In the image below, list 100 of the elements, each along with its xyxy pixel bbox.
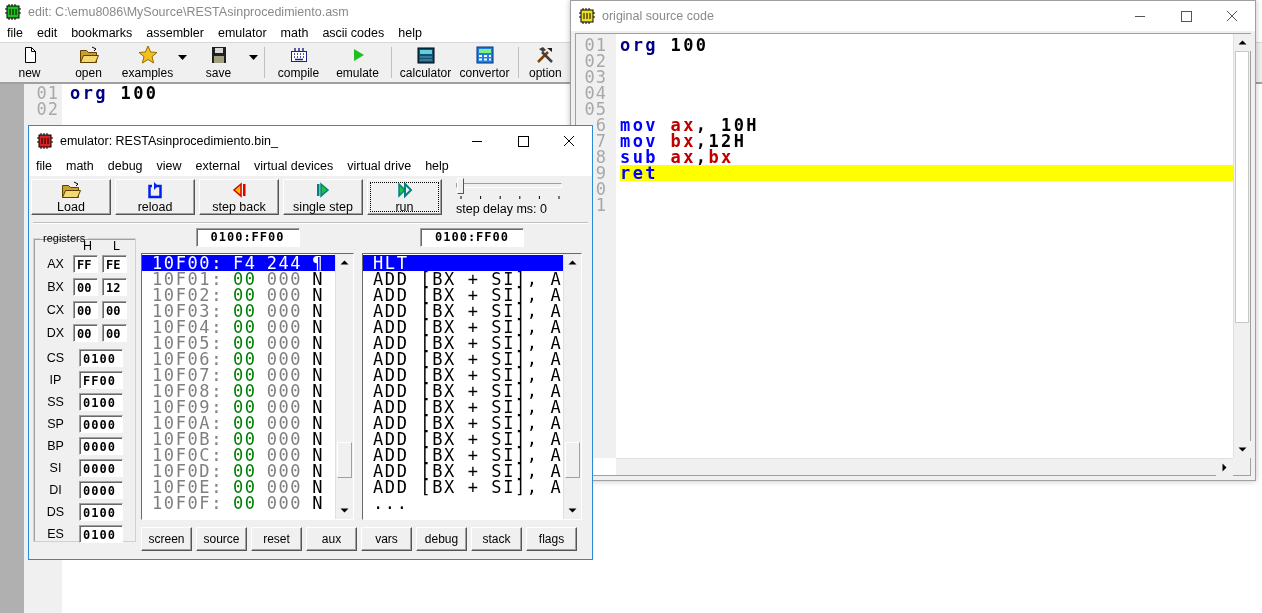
menu-item[interactable]: bookmarks (64, 26, 140, 40)
panel-button[interactable]: flags (526, 527, 577, 551)
line-number: 02 (583, 53, 608, 69)
memory-row[interactable]: 10F02: 00 000 N (142, 287, 335, 303)
toolbar-button[interactable]: reload (115, 179, 195, 215)
memory-row[interactable]: 10F0B: 00 000 N (142, 431, 335, 447)
register-field[interactable]: 00 (102, 300, 127, 319)
memory-row[interactable]: 10F05: 00 000 N (142, 335, 335, 351)
panel-button[interactable]: debug (416, 527, 467, 551)
memory-row[interactable]: 10F03: 00 000 N (142, 303, 335, 319)
instruction-row[interactable]: ADD [BX + SI], A (363, 463, 563, 479)
menu-item[interactable]: help (391, 26, 429, 40)
register-field[interactable]: 0100 (79, 525, 123, 543)
toolbar-button[interactable]: run (367, 179, 442, 215)
toolbar-button[interactable]: save (189, 43, 260, 82)
line-number: 01 (35, 85, 60, 101)
memory-row[interactable]: 10F0F: 00 000 N (142, 495, 335, 511)
memory-row[interactable]: 10F0A: 00 000 N (142, 415, 335, 431)
memory-row[interactable]: 10F00: F4 244 ¶ (142, 255, 335, 271)
register-field[interactable]: 0000 (79, 415, 123, 433)
reload-icon (145, 180, 165, 200)
toolbar-button[interactable]: single step (283, 179, 363, 215)
register-field[interactable]: 00 (73, 323, 98, 342)
register-field[interactable]: 0000 (79, 481, 123, 499)
menu-item[interactable]: math (59, 159, 101, 173)
instruction-row[interactable]: ADD [BX + SI], A (363, 367, 563, 383)
menu-item[interactable]: ascii codes (315, 26, 392, 40)
toolbar-button[interactable]: emulate (328, 43, 387, 82)
instruction-row[interactable]: ADD [BX + SI], A (363, 447, 563, 463)
register-field[interactable]: FF00 (79, 371, 123, 389)
register-field[interactable]: 00 (102, 323, 127, 342)
address-field[interactable]: 0100:FF00 (195, 228, 300, 247)
menu-item[interactable]: external (188, 159, 248, 173)
memory-row[interactable]: 10F09: 00 000 N (142, 399, 335, 415)
toolbar-button[interactable]: step back (199, 179, 279, 215)
scrollbar[interactable] (616, 458, 1233, 475)
register-field[interactable]: 0100 (79, 503, 123, 521)
memory-row[interactable]: 10F07: 00 000 N (142, 367, 335, 383)
menu-item[interactable]: edit (30, 26, 65, 40)
panel-button[interactable]: source (196, 527, 247, 551)
register-field[interactable]: 00 (73, 277, 98, 296)
register-field[interactable]: FE (102, 254, 127, 273)
toolbar-button[interactable]: convertor (455, 43, 514, 82)
scrollbar[interactable] (1233, 34, 1250, 458)
instruction-row[interactable]: ADD [BX + SI], A (363, 351, 563, 367)
panel-button[interactable]: vars (361, 527, 412, 551)
menu-item[interactable]: assembler (139, 26, 211, 40)
register-field[interactable]: 0000 (79, 437, 123, 455)
toolbar-button[interactable]: open (59, 43, 118, 82)
instruction-row[interactable]: ADD [BX + SI], A (363, 415, 563, 431)
instruction-row[interactable]: ADD [BX + SI], A (363, 271, 563, 287)
menu-item[interactable]: emulator (210, 26, 274, 40)
instruction-row[interactable]: ADD [BX + SI], A (363, 319, 563, 335)
instruction-row[interactable]: ADD [BX + SI], A (363, 303, 563, 319)
scrollbar-thumb[interactable] (1235, 51, 1249, 323)
menu-item[interactable]: file (29, 159, 59, 173)
toolbar-button[interactable]: calculator (396, 43, 455, 82)
panel-button[interactable]: screen (141, 527, 192, 551)
memory-row[interactable]: 10F0D: 00 000 N (142, 463, 335, 479)
toolbar-button[interactable]: compile (269, 43, 328, 82)
memory-row[interactable]: 10F01: 00 000 N (142, 271, 335, 287)
register-field[interactable]: 0100 (79, 349, 123, 367)
toolbar-button[interactable]: Load (31, 179, 111, 215)
menu-item[interactable]: help (418, 159, 456, 173)
memory-row[interactable]: 10F0E: 00 000 N (142, 479, 335, 495)
panel-button[interactable]: stack (471, 527, 522, 551)
instruction-row[interactable]: ADD [BX + SI], A (363, 479, 563, 495)
menu-item[interactable]: virtual drive (340, 159, 419, 173)
panel-button[interactable]: aux (306, 527, 357, 551)
memory-row[interactable]: 10F04: 00 000 N (142, 319, 335, 335)
slider-thumb[interactable] (457, 178, 464, 194)
instruction-row[interactable]: ... (363, 495, 563, 511)
instruction-row[interactable]: ADD [BX + SI], A (363, 383, 563, 399)
instruction-row[interactable]: ADD [BX + SI], A (363, 431, 563, 447)
instruction-row[interactable]: ADD [BX + SI], A (363, 335, 563, 351)
window-title: edit: C:\emu8086\MySource\RESTAsinprocedimiento.asm (28, 5, 349, 19)
scrollbar[interactable] (335, 254, 353, 519)
register-field[interactable]: 12 (102, 277, 127, 296)
toolbar-button[interactable]: option (523, 43, 564, 82)
register-field[interactable]: 00 (73, 300, 98, 319)
instruction-row[interactable]: ADD [BX + SI], A (363, 287, 563, 303)
scrollbar[interactable] (563, 254, 581, 519)
memory-row[interactable]: 10F0C: 00 000 N (142, 447, 335, 463)
register-field[interactable]: 0100 (79, 393, 123, 411)
menu-item[interactable]: virtual devices (247, 159, 341, 173)
address-field[interactable]: 0100:FF00 (420, 228, 524, 247)
toolbar-button[interactable]: new (0, 43, 59, 82)
menu-item[interactable]: math (273, 26, 316, 40)
instruction-row[interactable]: HLT (363, 255, 563, 271)
register-field[interactable]: FF (73, 254, 98, 273)
menu-item[interactable]: debug (100, 159, 150, 173)
memory-row[interactable]: 10F08: 00 000 N (142, 383, 335, 399)
menu-item[interactable]: view (149, 159, 189, 173)
menu-item[interactable]: file (0, 26, 30, 40)
panel-button[interactable]: reset (251, 527, 302, 551)
register-field[interactable]: 0000 (79, 459, 123, 477)
register-label: AX (46, 256, 65, 271)
instruction-row[interactable]: ADD [BX + SI], A (363, 399, 563, 415)
memory-row[interactable]: 10F06: 00 000 N (142, 351, 335, 367)
toolbar-button[interactable]: examples (118, 43, 189, 82)
